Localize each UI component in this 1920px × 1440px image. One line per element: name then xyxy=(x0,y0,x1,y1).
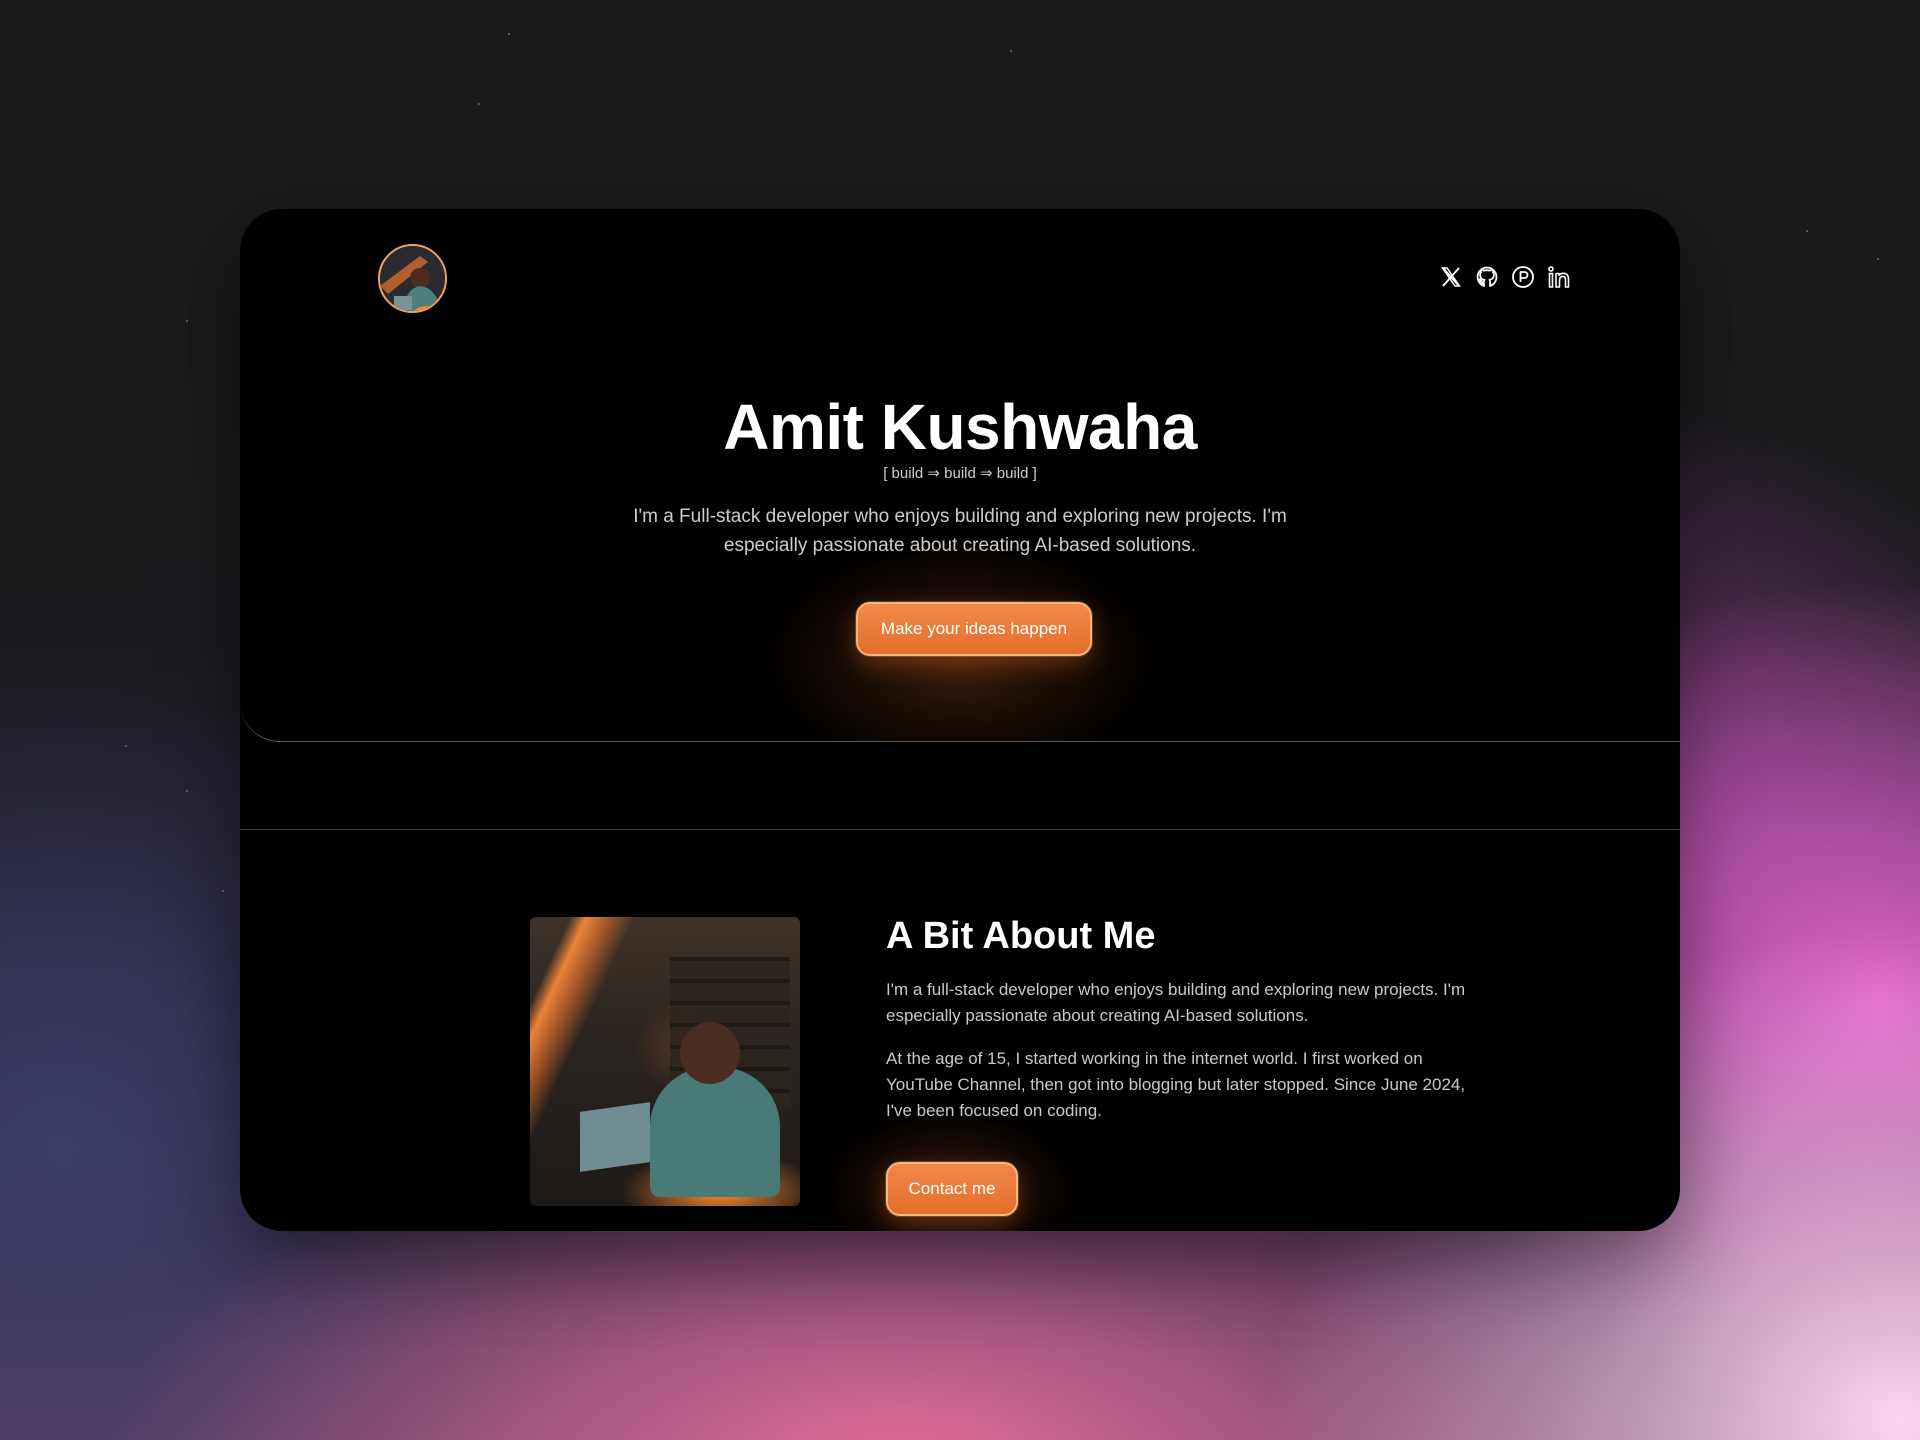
background-star xyxy=(1806,230,1808,232)
background-star xyxy=(508,33,510,35)
hero-description: I'm a Full-stack developer who enjoys bu… xyxy=(633,506,1287,556)
linkedin-icon xyxy=(1548,266,1570,288)
x-link[interactable] xyxy=(1438,264,1464,290)
background-star xyxy=(125,745,127,747)
background-star xyxy=(1010,50,1012,52)
background-star xyxy=(186,320,188,322)
laptop-graphic xyxy=(580,1102,650,1172)
linkedin-link[interactable] xyxy=(1546,264,1572,290)
about-photo xyxy=(530,917,800,1206)
page-title: Amit Kushwaha xyxy=(723,391,1197,463)
producthunt-link[interactable] xyxy=(1510,264,1536,290)
hero-tagline: [ build ⇒ build ⇒ build ] xyxy=(883,465,1037,482)
github-icon xyxy=(1476,266,1498,287)
avatar[interactable] xyxy=(378,244,447,313)
person-graphic xyxy=(650,1067,780,1197)
main-card: Amit Kushwaha [ build ⇒ build ⇒ build ] … xyxy=(240,209,1680,1231)
background-star xyxy=(478,103,480,105)
make-ideas-happen-button[interactable]: Make your ideas happen xyxy=(856,602,1092,656)
about-paragraph: I'm a full-stack developer who enjoys bu… xyxy=(886,980,1466,1025)
about-paragraph: At the age of 15, I started working in t… xyxy=(886,1049,1466,1120)
contact-me-button[interactable]: Contact me xyxy=(886,1162,1018,1216)
hero-section: Amit Kushwaha [ build ⇒ build ⇒ build ] … xyxy=(240,209,1680,742)
head-graphic xyxy=(680,1022,740,1084)
background-star xyxy=(1877,258,1879,260)
github-link[interactable] xyxy=(1474,264,1500,290)
social-links xyxy=(1438,264,1572,290)
avatar-image xyxy=(380,246,445,311)
background-star xyxy=(186,790,188,792)
about-title: A Bit About Me xyxy=(886,915,1156,957)
background-star xyxy=(222,890,224,892)
producthunt-icon xyxy=(1512,266,1534,288)
x-icon xyxy=(1441,267,1461,287)
section-divider xyxy=(240,829,1680,830)
